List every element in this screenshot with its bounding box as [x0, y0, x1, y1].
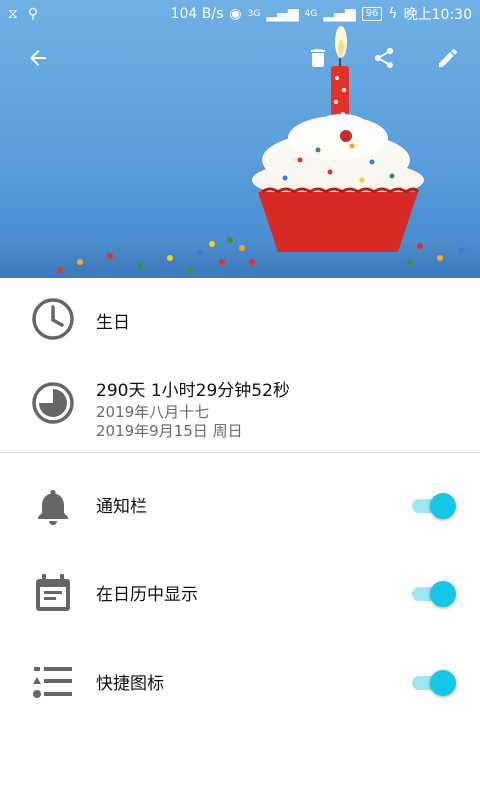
hourglass-icon: ⧖	[8, 6, 18, 22]
calendar-icon	[30, 570, 76, 616]
usb-icon: ⚲	[27, 6, 39, 22]
toolbar	[0, 38, 480, 78]
arrow-left-icon	[30, 50, 46, 66]
trash-icon	[311, 49, 325, 67]
calendar-toggle[interactable]	[410, 581, 456, 607]
network-3g-label: 3G	[247, 9, 261, 19]
setting-label: 在日历中显示	[96, 585, 198, 605]
delete-button[interactable]	[298, 38, 338, 78]
signal-icon: ▂▄▆	[266, 6, 299, 22]
setting-label: 快捷图标	[96, 674, 164, 694]
share-icon	[375, 48, 393, 68]
bell-icon	[30, 482, 76, 528]
clock-icon	[30, 296, 76, 342]
elapsed-time-row: 290天 1小时29分钟52秒 2019年八月十七 2019年9月15日 周日	[0, 372, 480, 440]
shortcut-list-icon	[30, 659, 76, 705]
charging-icon: ϟ	[388, 6, 398, 22]
timer-pie-icon	[30, 380, 76, 426]
event-name: 生日	[96, 313, 130, 333]
section-divider	[0, 452, 480, 453]
setting-row-notification[interactable]: 通知栏	[0, 480, 480, 530]
signal-icon-2: ▂▄▆	[323, 6, 356, 22]
share-button[interactable]	[364, 38, 404, 78]
eye-icon: ◉	[229, 6, 242, 22]
event-name-row: 生日	[0, 294, 480, 344]
edit-button[interactable]	[428, 38, 468, 78]
shortcut-toggle[interactable]	[410, 670, 456, 696]
toggle-thumb	[430, 670, 456, 696]
header-image-birthday-cupcake: ⧖ ⚲ 104 B/s ◉ 3G ▂▄▆ 4G ▂▄▆ 96 ϟ 晚上10:30	[0, 0, 480, 278]
toggle-thumb	[430, 581, 456, 607]
network-4g-label: 4G	[304, 9, 318, 19]
lunar-date: 2019年八月十七	[96, 403, 210, 421]
clock: 晚上10:30	[403, 7, 472, 23]
battery-level: 96	[361, 7, 383, 21]
network-speed: 104 B/s	[170, 6, 224, 22]
toggle-thumb	[430, 493, 456, 519]
setting-row-calendar[interactable]: 在日历中显示	[0, 568, 480, 618]
event-detail-screen: ⧖ ⚲ 104 B/s ◉ 3G ▂▄▆ 4G ▂▄▆ 96 ϟ 晚上10:30	[0, 0, 480, 800]
solar-date: 2019年9月15日 周日	[96, 422, 243, 440]
elapsed-time: 290天 1小时29分钟52秒	[96, 381, 290, 401]
back-button[interactable]	[18, 38, 58, 78]
setting-row-shortcut[interactable]: 快捷图标	[0, 657, 480, 707]
notification-toggle[interactable]	[410, 493, 456, 519]
setting-label: 通知栏	[96, 497, 147, 517]
pencil-icon	[439, 49, 457, 67]
status-bar: ⧖ ⚲ 104 B/s ◉ 3G ▂▄▆ 4G ▂▄▆ 96 ϟ 晚上10:30	[0, 0, 480, 28]
